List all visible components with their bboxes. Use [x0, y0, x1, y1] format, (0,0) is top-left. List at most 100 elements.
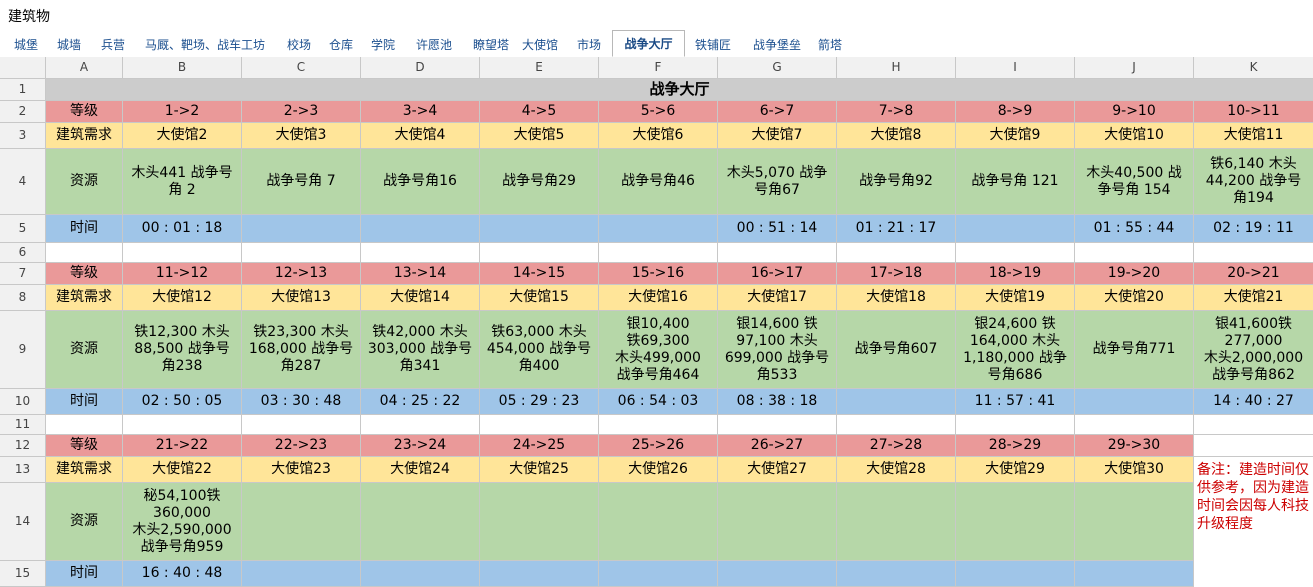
- resource-cell[interactable]: 银10,400 铁69,300 木头499,000 战争号角464: [599, 311, 718, 389]
- time-cell[interactable]: 06 : 54 : 03: [599, 389, 718, 415]
- requirement-cell[interactable]: 大使馆7: [718, 123, 837, 149]
- time-cell[interactable]: 00 : 01 : 18: [123, 215, 242, 243]
- requirement-cell[interactable]: 大使馆9: [956, 123, 1075, 149]
- time-cell[interactable]: [1075, 561, 1194, 587]
- requirement-cell[interactable]: 大使馆19: [956, 285, 1075, 311]
- resource-cell[interactable]: 铁6,140 木头 44,200 战争号 角194: [1194, 149, 1313, 215]
- time-label[interactable]: 时间: [46, 561, 123, 587]
- time-cell[interactable]: 08 : 38 : 18: [718, 389, 837, 415]
- row-header-7[interactable]: 7: [0, 263, 46, 285]
- requirement-cell[interactable]: 大使馆3: [242, 123, 361, 149]
- blank-cell[interactable]: [242, 243, 361, 263]
- blank-cell[interactable]: [1075, 243, 1194, 263]
- requirement-cell[interactable]: 大使馆10: [1075, 123, 1194, 149]
- blank-cell[interactable]: [242, 415, 361, 435]
- level-cell[interactable]: 7->8: [837, 101, 956, 123]
- time-cell[interactable]: 00 : 51 : 14: [718, 215, 837, 243]
- requirement-cell[interactable]: 大使馆29: [956, 457, 1075, 483]
- requirement-label[interactable]: 建筑需求: [46, 285, 123, 311]
- resource-cell[interactable]: 银24,600 铁 164,000 木头 1,180,000 战争 号角686: [956, 311, 1075, 389]
- requirement-cell[interactable]: 大使馆8: [837, 123, 956, 149]
- level-cell[interactable]: 24->25: [480, 435, 599, 457]
- resource-cell[interactable]: 木头40,500 战 争号角 154: [1075, 149, 1194, 215]
- blank-cell[interactable]: [956, 415, 1075, 435]
- tab-10[interactable]: 大使馆: [518, 34, 562, 56]
- blank-cell[interactable]: [1194, 243, 1313, 263]
- sheet-title-cell[interactable]: 战争大厅: [46, 79, 1313, 101]
- level-label[interactable]: 等级: [46, 263, 123, 285]
- resource-cell[interactable]: 战争号角92: [837, 149, 956, 215]
- row-header-2[interactable]: 2: [0, 101, 46, 123]
- level-cell[interactable]: 12->13: [242, 263, 361, 285]
- select-all-corner[interactable]: [0, 57, 46, 79]
- requirement-cell[interactable]: 大使馆6: [599, 123, 718, 149]
- requirement-label[interactable]: 建筑需求: [46, 457, 123, 483]
- resource-cell[interactable]: 战争号角771: [1075, 311, 1194, 389]
- resource-cell[interactable]: 铁12,300 木头 88,500 战争号 角238: [123, 311, 242, 389]
- requirement-cell[interactable]: 大使馆26: [599, 457, 718, 483]
- row-header-9[interactable]: 9: [0, 311, 46, 389]
- requirement-label[interactable]: 建筑需求: [46, 123, 123, 149]
- blank-cell[interactable]: [480, 243, 599, 263]
- tab-1[interactable]: 城堡: [6, 34, 46, 56]
- level-cell[interactable]: 20->21: [1194, 263, 1313, 285]
- row-header-3[interactable]: 3: [0, 123, 46, 149]
- resource-cell[interactable]: 战争号角46: [599, 149, 718, 215]
- tab-5[interactable]: 校场: [278, 34, 320, 56]
- time-cell[interactable]: [242, 561, 361, 587]
- resource-cell[interactable]: 铁23,300 木头 168,000 战争号 角287: [242, 311, 361, 389]
- resource-cell[interactable]: [956, 483, 1075, 561]
- level-cell[interactable]: 21->22: [123, 435, 242, 457]
- time-cell[interactable]: 16 : 40 : 48: [123, 561, 242, 587]
- level-cell[interactable]: 9->10: [1075, 101, 1194, 123]
- blank-cell[interactable]: [123, 415, 242, 435]
- requirement-cell[interactable]: 大使馆11: [1194, 123, 1313, 149]
- time-cell[interactable]: 02 : 19 : 11: [1194, 215, 1313, 243]
- blank-cell[interactable]: [837, 415, 956, 435]
- row-header-6[interactable]: 6: [0, 243, 46, 263]
- level-label[interactable]: 等级: [46, 101, 123, 123]
- column-header-E[interactable]: E: [480, 57, 599, 79]
- column-header-I[interactable]: I: [956, 57, 1075, 79]
- tab-13[interactable]: 铁铺匠: [688, 34, 738, 56]
- resources-label[interactable]: 资源: [46, 311, 123, 389]
- blank-cell[interactable]: [718, 243, 837, 263]
- column-header-F[interactable]: F: [599, 57, 718, 79]
- level-cell[interactable]: 4->5: [480, 101, 599, 123]
- resource-cell[interactable]: 银41,600铁 277,000 木头2,000,000 战争号角862: [1194, 311, 1313, 389]
- tab-4[interactable]: 马厩、靶场、战车工坊: [134, 34, 276, 56]
- tab-12[interactable]: 战争大厅: [612, 30, 685, 57]
- level-cell[interactable]: 26->27: [718, 435, 837, 457]
- requirement-cell[interactable]: 大使馆14: [361, 285, 480, 311]
- row-header-8[interactable]: 8: [0, 285, 46, 311]
- resources-label[interactable]: 资源: [46, 149, 123, 215]
- level-cell[interactable]: 11->12: [123, 263, 242, 285]
- level-cell[interactable]: 17->18: [837, 263, 956, 285]
- requirement-cell[interactable]: 大使馆22: [123, 457, 242, 483]
- column-header-A[interactable]: A: [46, 57, 123, 79]
- time-cell[interactable]: [361, 215, 480, 243]
- requirement-cell[interactable]: 大使馆2: [123, 123, 242, 149]
- blank-cell[interactable]: [361, 415, 480, 435]
- blank-cell[interactable]: [837, 243, 956, 263]
- time-cell[interactable]: [718, 561, 837, 587]
- time-cell[interactable]: [361, 561, 480, 587]
- time-cell[interactable]: [837, 389, 956, 415]
- resource-cell[interactable]: [480, 483, 599, 561]
- column-header-G[interactable]: G: [718, 57, 837, 79]
- row-header-1[interactable]: 1: [0, 79, 46, 101]
- time-label[interactable]: 时间: [46, 389, 123, 415]
- row-header-11[interactable]: 11: [0, 415, 46, 435]
- resource-cell[interactable]: [718, 483, 837, 561]
- blank-cell[interactable]: [599, 243, 718, 263]
- level-label[interactable]: 等级: [46, 435, 123, 457]
- blank-cell[interactable]: [46, 243, 123, 263]
- level-cell[interactable]: 19->20: [1075, 263, 1194, 285]
- resource-cell[interactable]: [361, 483, 480, 561]
- requirement-cell[interactable]: 大使馆5: [480, 123, 599, 149]
- requirement-cell[interactable]: 大使馆25: [480, 457, 599, 483]
- resource-cell[interactable]: 木头5,070 战争 号角67: [718, 149, 837, 215]
- time-cell[interactable]: 05 : 29 : 23: [480, 389, 599, 415]
- level-cell[interactable]: 2->3: [242, 101, 361, 123]
- level-cell[interactable]: 16->17: [718, 263, 837, 285]
